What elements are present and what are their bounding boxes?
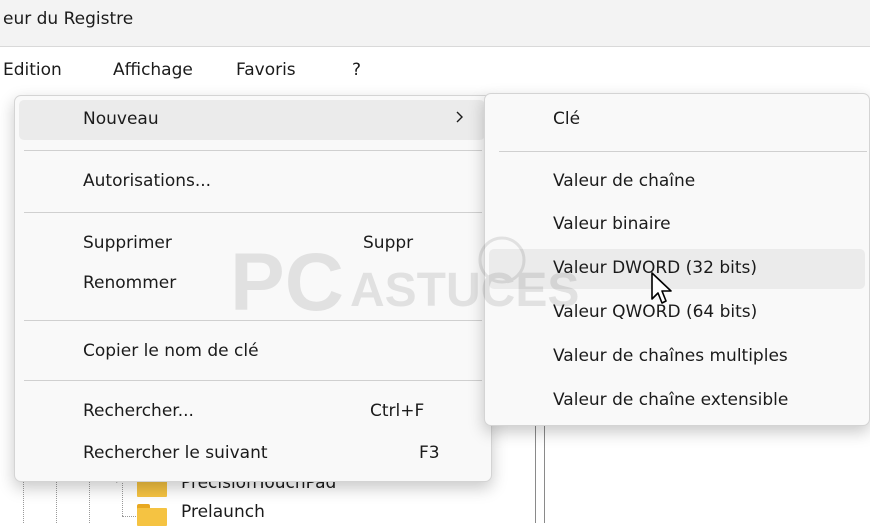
submenu-item-label: Valeur binaire	[553, 214, 671, 234]
menu-favoris[interactable]: Favoris	[236, 60, 296, 80]
menu-separator	[24, 320, 482, 321]
submenu-item-valeur-chaine-extensible[interactable]: Valeur de chaîne extensible	[489, 381, 865, 421]
menu-item-shortcut: Ctrl+F	[370, 401, 425, 421]
menu-item-label: Rechercher le suivant	[83, 443, 268, 463]
menu-item-label: Copier le nom de clé	[83, 341, 259, 361]
menu-help[interactable]: ?	[352, 60, 361, 80]
menu-item-renommer[interactable]: Renommer	[19, 264, 485, 304]
tree-item-prelaunch[interactable]: Prelaunch	[137, 500, 437, 526]
submenu-item-label: Valeur de chaîne	[553, 171, 696, 191]
submenu-item-label: Valeur de chaîne extensible	[553, 390, 789, 410]
submenu-item-valeur-dword[interactable]: Valeur DWORD (32 bits)	[489, 249, 865, 289]
edition-menu: Nouveau Autorisations... Supprimer Suppr…	[14, 95, 492, 482]
menu-item-label: Renommer	[83, 273, 177, 293]
menu-item-autorisations[interactable]: Autorisations...	[19, 162, 485, 202]
menu-item-label: Autorisations...	[83, 171, 212, 191]
submenu-item-cle[interactable]: Clé	[489, 100, 865, 140]
menu-affichage[interactable]: Affichage	[113, 60, 193, 80]
submenu-item-valeur-chaine[interactable]: Valeur de chaîne	[489, 162, 865, 202]
menu-item-copier-nom-cle[interactable]: Copier le nom de clé	[19, 332, 485, 372]
title-bar: eur du Registre	[0, 0, 870, 46]
menu-item-nouveau[interactable]: Nouveau	[19, 100, 485, 140]
menu-bar: Edition Affichage Favoris ?	[0, 47, 870, 93]
submenu-item-valeur-chaines-multiples[interactable]: Valeur de chaînes multiples	[489, 337, 865, 377]
nouveau-submenu: Clé Valeur de chaîne Valeur binaire Vale…	[484, 93, 870, 426]
menu-edition[interactable]: Edition	[3, 60, 62, 80]
menu-separator	[24, 150, 482, 151]
menu-item-label: Nouveau	[83, 109, 159, 129]
menu-separator	[24, 212, 482, 213]
menu-item-supprimer[interactable]: Supprimer Suppr	[19, 224, 485, 264]
chevron-right-icon	[456, 111, 463, 123]
submenu-item-valeur-qword[interactable]: Valeur QWORD (64 bits)	[489, 293, 865, 333]
menu-item-label: Supprimer	[83, 233, 172, 253]
tree-item-label: Prelaunch	[181, 502, 265, 522]
submenu-item-valeur-binaire[interactable]: Valeur binaire	[489, 205, 865, 245]
menu-separator	[24, 380, 482, 381]
window-title: eur du Registre	[3, 9, 134, 29]
menu-item-rechercher-suivant[interactable]: Rechercher le suivant F3	[19, 434, 485, 474]
tree-guide-line	[122, 516, 136, 517]
menu-separator	[499, 151, 867, 152]
menu-item-label: Rechercher...	[83, 401, 194, 421]
mouse-pointer-icon	[651, 272, 672, 304]
menu-item-shortcut: F3	[419, 443, 440, 463]
submenu-item-label: Valeur de chaînes multiples	[553, 346, 788, 366]
submenu-item-label: Clé	[553, 109, 581, 129]
menu-item-rechercher[interactable]: Rechercher... Ctrl+F	[19, 392, 485, 432]
menu-item-shortcut: Suppr	[363, 233, 414, 253]
